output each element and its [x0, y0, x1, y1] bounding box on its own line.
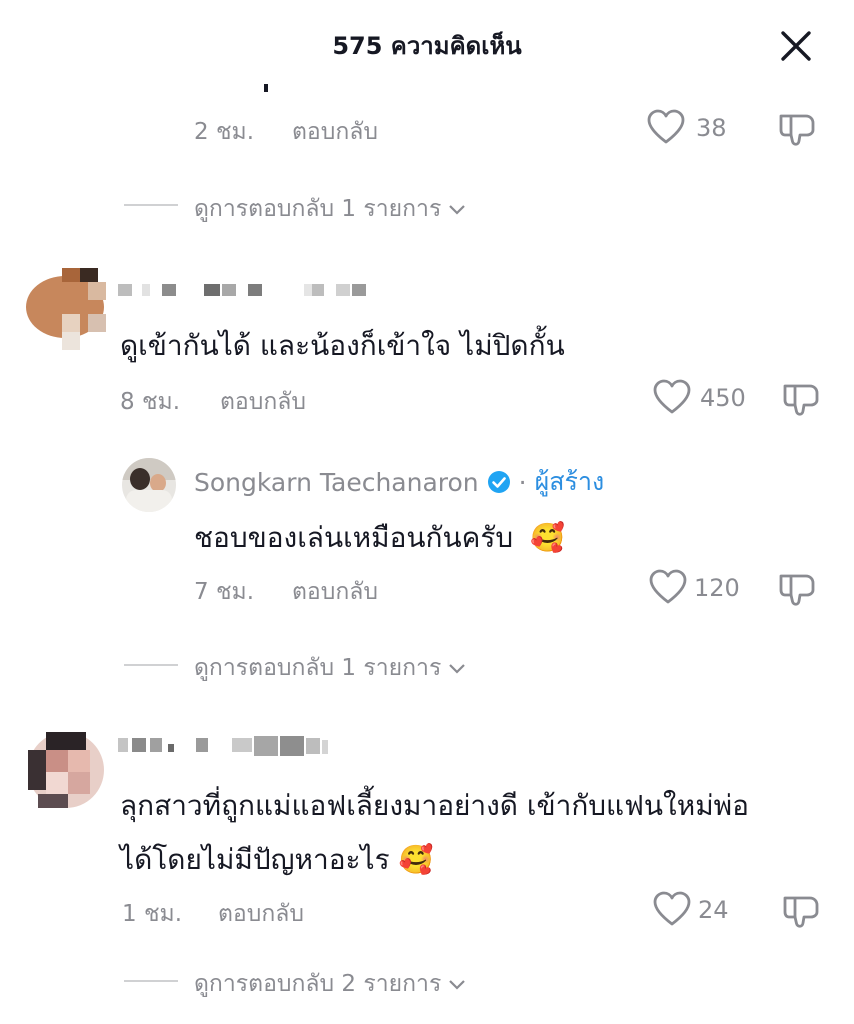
dislike-icon [779, 114, 815, 146]
view-replies-button[interactable]: ดูการตอบกลับ 1 รายการ [194, 650, 467, 686]
view-replies-label: ดูการตอบกลับ 2 รายการ [194, 971, 442, 997]
comment-time: 1 ชม. [122, 901, 183, 927]
emoji: 🥰 [530, 521, 565, 554]
creator-avatar[interactable] [122, 458, 176, 512]
reply-text-body: ชอบของเล่นเหมือนกันครับ [194, 521, 514, 554]
creator-name[interactable]: Songkarn Taechanaron [194, 468, 479, 497]
chevron-down-icon [449, 205, 466, 215]
comment-text: ดูเข้ากันได้ และน้องก็เข้าใจ ไม่ปิดกั้น [120, 329, 565, 362]
view-replies-button[interactable]: ดูการตอบกลับ 2 รายการ [194, 966, 467, 1002]
like-count: 120 [694, 574, 740, 602]
avatar-pixel [68, 772, 90, 794]
divider-line [124, 664, 178, 666]
dislike-button[interactable] [782, 892, 822, 932]
avatar[interactable] [28, 732, 104, 808]
like-button[interactable]: 24 [652, 890, 762, 932]
avatar-pixel [62, 268, 80, 282]
comment-text-line-2: ได้โดยไม่มีปัญหาอะไร 🥰 [120, 838, 433, 882]
dislike-icon [783, 896, 819, 928]
reply-button[interactable]: ตอบกลับ [218, 896, 304, 932]
like-button[interactable]: 450 [652, 378, 762, 420]
comment-time: 2 ชม. [194, 119, 255, 145]
heart-icon [653, 379, 691, 414]
emoji: 🥰 [398, 843, 434, 876]
avatar-person-head [130, 468, 150, 490]
dislike-button[interactable] [778, 570, 818, 610]
like-count: 38 [696, 114, 727, 142]
clipped-text-fragment [264, 84, 268, 92]
like-count: 450 [700, 384, 746, 412]
dislike-button[interactable] [782, 380, 822, 420]
comment-time: 8 ชม. [120, 389, 181, 415]
dislike-icon [783, 384, 819, 416]
divider-line [124, 204, 178, 206]
reply-button[interactable]: ตอบกลับ [220, 384, 306, 420]
avatar-pixel [46, 732, 86, 750]
separator-dot: · [518, 467, 527, 497]
divider-line [124, 980, 178, 982]
avatar[interactable] [26, 266, 106, 354]
close-icon [781, 31, 811, 61]
avatar-pixel [62, 314, 80, 332]
comments-title: 575 ความคิดเห็น [332, 32, 522, 60]
close-button[interactable] [776, 26, 816, 66]
avatar-pixel [28, 750, 46, 790]
dislike-button[interactable] [778, 110, 818, 150]
comment-text-line-1: ลุกสาวที่ถูกแม่แอฟเลี้ยงมาอย่างดี เข้ากั… [120, 789, 749, 822]
avatar-pixel [62, 332, 80, 350]
comment-text-line-2-body: ได้โดยไม่มีปัญหาอะไร [120, 843, 390, 876]
avatar-pixel [80, 268, 98, 282]
view-replies-button[interactable]: ดูการตอบกลับ 1 รายการ [194, 191, 467, 227]
avatar-pixel [46, 772, 68, 794]
reply-button[interactable]: ตอบกลับ [292, 114, 378, 150]
reply-button[interactable]: ตอบกลับ [292, 574, 378, 610]
avatar-pixel [68, 750, 90, 772]
view-replies-label: ดูการตอบกลับ 1 รายการ [194, 196, 442, 222]
avatar-pixel [88, 282, 106, 300]
reply-text: ชอบของเล่นเหมือนกันครับ 🥰 [194, 516, 565, 560]
avatar-pixel [46, 750, 68, 772]
creator-name-row: Songkarn Taechanaron · ผู้สร้าง [194, 462, 604, 502]
avatar-pixel [88, 314, 106, 332]
heart-icon [649, 569, 687, 604]
chevron-down-icon [449, 664, 466, 674]
view-replies-label: ดูการตอบกลับ 1 รายการ [194, 655, 442, 681]
avatar-pixel [38, 794, 68, 808]
heart-icon [653, 891, 691, 926]
reply-time: 7 ชม. [194, 579, 255, 605]
creator-badge: ผู้สร้าง [534, 467, 605, 496]
avatar-body [126, 490, 172, 512]
heart-icon [647, 109, 685, 144]
username-redacted [118, 734, 338, 758]
like-button[interactable]: 120 [648, 568, 758, 610]
verified-icon [487, 471, 510, 493]
chevron-down-icon [449, 980, 466, 990]
dislike-icon [779, 574, 815, 606]
like-button[interactable]: 38 [646, 108, 756, 150]
like-count: 24 [698, 896, 729, 924]
username-redacted [118, 282, 378, 298]
